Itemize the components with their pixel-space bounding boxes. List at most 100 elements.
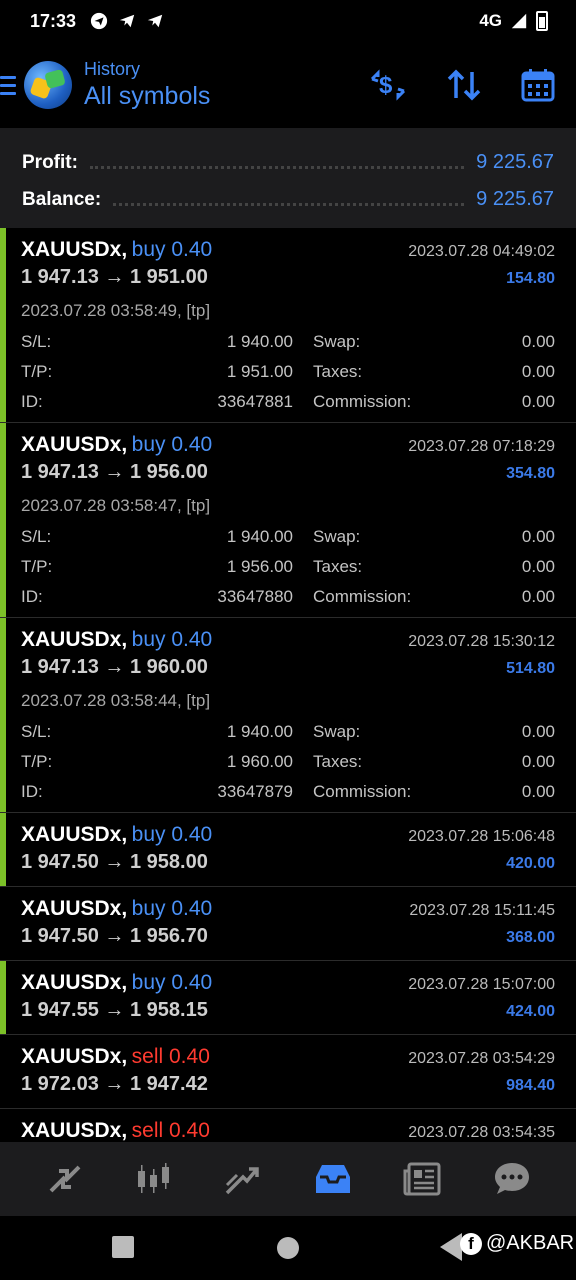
header-titles: History All symbols (84, 59, 210, 111)
trade-item[interactable]: XAUUSDx, buy 0.40 2023.07.28 15:30:12 1 … (0, 618, 576, 813)
id-value: 33647880 (217, 587, 293, 606)
trade-item[interactable]: XAUUSDx, sell 0.40 2023.07.28 03:54:29 1… (0, 1035, 576, 1109)
trade-side: buy 0.40 (131, 238, 213, 261)
trade-side: buy 0.40 (131, 823, 213, 846)
trade-prices: 1 947.13 → 1 960.00 (21, 656, 208, 678)
taxes-value: 0.00 (521, 752, 555, 771)
trade-prices: 1 947.50 → 1 956.70 (21, 925, 208, 947)
sort-icon[interactable] (446, 68, 482, 102)
history-icon[interactable] (312, 1159, 354, 1199)
trade-details: S/L: 1 940.00 Swap: 0.00 T/P: 1 956.00 T… (21, 522, 555, 612)
trade-item[interactable]: XAUUSDx, buy 0.40 2023.07.28 15:11:45 1 … (0, 887, 576, 961)
trade-open-info: 2023.07.28 03:58:49, [tp] (21, 301, 211, 320)
swap-value: 0.00 (521, 332, 555, 351)
trade-side: sell 0.40 (131, 1045, 210, 1068)
trade-symbol: XAUUSDx, (21, 1119, 128, 1142)
chat-icon[interactable] (492, 1159, 532, 1199)
trade-close-time: 2023.07.28 15:06:48 (408, 828, 555, 845)
trade-open-info: 2023.07.28 03:58:44, [tp] (21, 691, 211, 710)
commission-label: Commission: (313, 587, 412, 606)
quotes-icon[interactable] (45, 1159, 85, 1199)
taxes-label: Taxes: (313, 752, 363, 771)
trade-profit: 420.00 (506, 855, 555, 872)
trade-profit: 984.40 (506, 1077, 555, 1094)
trade-symbol: XAUUSDx, (21, 238, 128, 261)
trade-prices: 1 947.55 → 1 958.15 (21, 999, 208, 1021)
trade-prices: 1 947.13 → 1 956.00 (21, 461, 208, 483)
telegram-send-icon (119, 14, 135, 28)
swap-value: 0.00 (521, 527, 555, 546)
app-header: History All symbols $ (0, 42, 576, 128)
taxes-label: Taxes: (313, 557, 363, 576)
trade-item[interactable]: XAUUSDx, buy 0.40 2023.07.28 04:49:02 1 … (0, 228, 576, 423)
swap-label: Swap: (313, 527, 361, 546)
trade-details: S/L: 1 940.00 Swap: 0.00 T/P: 1 951.00 T… (21, 327, 555, 417)
calendar-icon[interactable] (520, 67, 556, 103)
chart-icon[interactable] (134, 1159, 174, 1199)
battery-icon (536, 11, 548, 31)
trade-close-time: 2023.07.28 03:54:35 (408, 1124, 555, 1141)
id-label: ID: (21, 587, 43, 606)
status-bar: 17:33 4G (0, 0, 576, 42)
recents-button[interactable] (112, 1236, 134, 1258)
taxes-value: 0.00 (521, 557, 555, 576)
commission-label: Commission: (313, 392, 412, 411)
tp-value: 1 951.00 (226, 362, 293, 381)
back-button[interactable] (440, 1233, 462, 1261)
swap-value: 0.00 (521, 722, 555, 741)
telegram-icon (90, 12, 108, 30)
currency-exchange-icon[interactable]: $ (368, 67, 408, 103)
id-label: ID: (21, 782, 43, 801)
trade-symbol: XAUUSDx, (21, 823, 128, 846)
trade-close-time: 2023.07.28 03:54:29 (408, 1050, 555, 1067)
profit-label: Profit: (22, 151, 78, 173)
trade-symbol: XAUUSDx, (21, 628, 128, 651)
trade-side: buy 0.40 (131, 897, 213, 920)
trade-prices: 1 972.03 → 1 947.42 (21, 1073, 208, 1095)
tp-label: T/P: (21, 557, 53, 576)
trade-item[interactable]: XAUUSDx, buy 0.40 2023.07.28 07:18:29 1 … (0, 423, 576, 618)
trade-side: buy 0.40 (131, 628, 213, 651)
clock: 17:33 (30, 10, 77, 31)
commission-value: 0.00 (521, 392, 555, 411)
trade-close-time: 2023.07.28 07:18:29 (408, 438, 555, 455)
trade-open-info: 2023.07.28 03:58:47, [tp] (21, 496, 211, 515)
id-value: 33647879 (217, 782, 293, 801)
telegram-send-icon (147, 14, 163, 28)
trade-prices: 1 947.13 → 1 951.00 (21, 266, 208, 288)
swap-label: Swap: (313, 722, 361, 741)
trade-item[interactable]: XAUUSDx, buy 0.40 2023.07.28 15:06:48 1 … (0, 813, 576, 887)
trade-profit: 424.00 (506, 1003, 555, 1020)
profit-row: Profit: 9 225.67 (22, 144, 554, 181)
network-type: 4G (479, 11, 502, 30)
news-icon[interactable] (403, 1159, 443, 1199)
home-button[interactable] (277, 1237, 299, 1259)
swap-label: Swap: (313, 332, 361, 351)
commission-label: Commission: (313, 782, 412, 801)
sl-label: S/L: (21, 332, 52, 351)
trade-symbol: XAUUSDx, (21, 897, 128, 920)
sl-value: 1 940.00 (226, 527, 293, 546)
trade-profit: 154.80 (506, 270, 555, 287)
trade-side: sell 0.40 (131, 1119, 210, 1142)
bottom-navigation (0, 1142, 576, 1216)
taxes-value: 0.00 (521, 362, 555, 381)
trade-icon[interactable] (223, 1159, 263, 1199)
trade-symbol: XAUUSDx, (21, 433, 128, 456)
tp-label: T/P: (21, 362, 53, 381)
trade-item[interactable]: XAUUSDx, sell 0.40 2023.07.28 03:54:35 (0, 1109, 576, 1142)
trade-symbol: XAUUSDx, (21, 971, 128, 994)
menu-icon[interactable] (0, 75, 16, 95)
commission-value: 0.00 (521, 782, 555, 801)
trade-side: buy 0.40 (131, 971, 213, 994)
trade-profit: 514.80 (506, 660, 555, 677)
header-title[interactable]: All symbols (84, 82, 210, 111)
app-logo (24, 61, 72, 109)
trade-close-time: 2023.07.28 15:11:45 (409, 902, 555, 919)
sl-label: S/L: (21, 527, 52, 546)
balance-value: 9 225.67 (476, 188, 554, 210)
trade-close-time: 2023.07.28 15:30:12 (408, 633, 555, 650)
trade-side: buy 0.40 (131, 433, 213, 456)
trade-history-list[interactable]: XAUUSDx, buy 0.40 2023.07.28 04:49:02 1 … (0, 228, 576, 1142)
trade-item[interactable]: XAUUSDx, buy 0.40 2023.07.28 15:07:00 1 … (0, 961, 576, 1035)
